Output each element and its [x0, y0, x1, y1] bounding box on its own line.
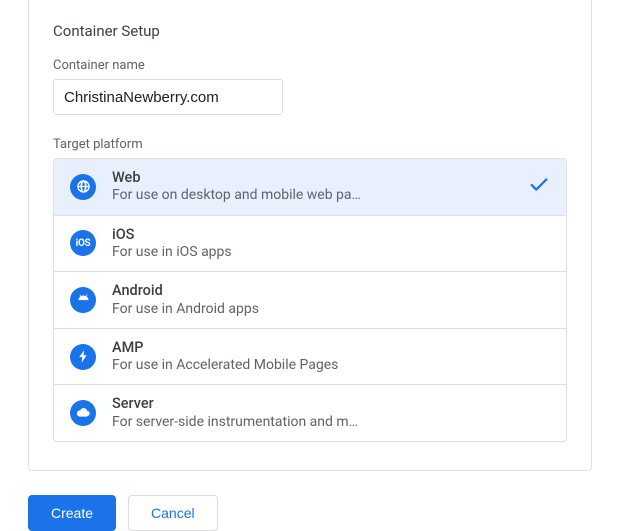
create-button[interactable]: Create [28, 495, 116, 531]
target-platform-list: Web For use on desktop and mobile web pa… [53, 158, 567, 442]
platform-option-server[interactable]: Server For server-side instrumentation a… [54, 385, 566, 441]
container-name-input[interactable] [53, 79, 283, 115]
platform-name: AMP [112, 339, 550, 356]
platform-name: Android [112, 282, 550, 299]
platform-option-amp[interactable]: AMP For use in Accelerated Mobile Pages [54, 329, 566, 386]
platform-desc: For server-side instrumentation and m… [112, 413, 550, 431]
container-setup-card: Container Setup Container name Target pl… [28, 0, 592, 471]
platform-desc: For use in Accelerated Mobile Pages [112, 356, 550, 374]
platform-text: Web For use on desktop and mobile web pa… [112, 169, 516, 205]
bolt-icon [70, 344, 96, 370]
platform-option-web[interactable]: Web For use on desktop and mobile web pa… [54, 159, 566, 216]
platform-text: Android For use in Android apps [112, 282, 550, 318]
platform-desc: For use in iOS apps [112, 243, 550, 261]
footer-actions: Create Cancel [28, 495, 620, 531]
platform-option-android[interactable]: Android For use in Android apps [54, 272, 566, 329]
platform-name: Server [112, 395, 550, 412]
platform-name: iOS [112, 226, 550, 243]
platform-text: AMP For use in Accelerated Mobile Pages [112, 339, 550, 375]
ios-icon: iOS [70, 230, 96, 256]
target-platform-label: Target platform [53, 137, 567, 152]
platform-option-ios[interactable]: iOS iOS For use in iOS apps [54, 216, 566, 273]
platform-text: iOS For use in iOS apps [112, 226, 550, 262]
cloud-icon [70, 400, 96, 426]
container-name-label: Container name [53, 58, 567, 73]
platform-desc: For use in Android apps [112, 300, 550, 318]
platform-text: Server For server-side instrumentation a… [112, 395, 550, 431]
globe-icon [70, 174, 96, 200]
cancel-button[interactable]: Cancel [128, 495, 218, 531]
android-icon [70, 287, 96, 313]
platform-desc: For use on desktop and mobile web pa… [112, 186, 516, 204]
check-icon [528, 174, 550, 200]
section-title: Container Setup [53, 22, 567, 40]
platform-name: Web [112, 169, 516, 186]
